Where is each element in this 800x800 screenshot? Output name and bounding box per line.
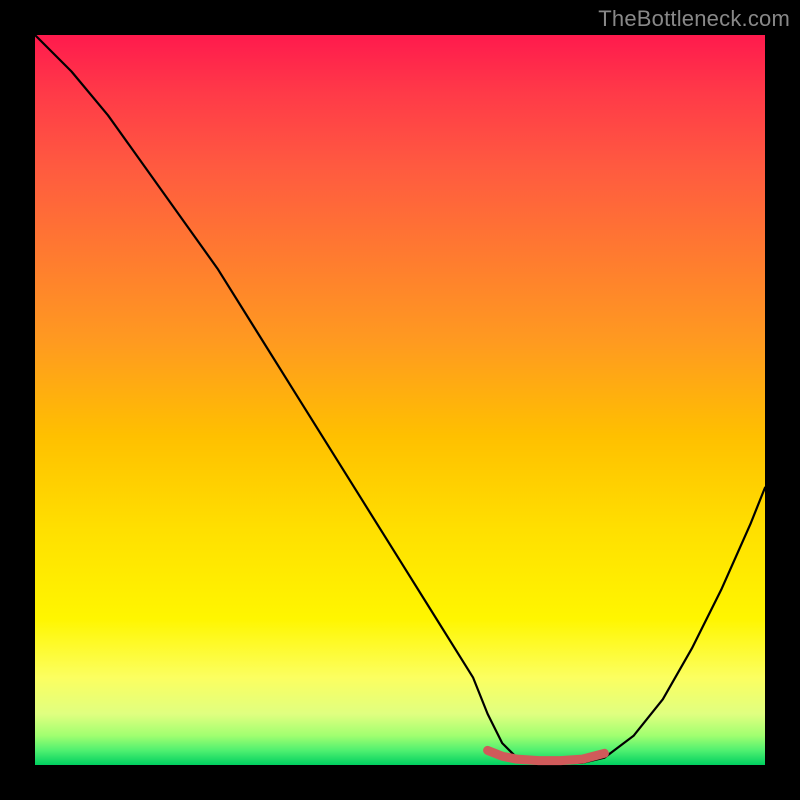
chart-svg: [35, 35, 765, 765]
chart-frame: TheBottleneck.com: [0, 0, 800, 800]
bottleneck-curve-path: [35, 35, 765, 764]
watermark-text: TheBottleneck.com: [598, 6, 790, 32]
plot-area: [35, 35, 765, 765]
optimal-band-path: [488, 750, 605, 760]
